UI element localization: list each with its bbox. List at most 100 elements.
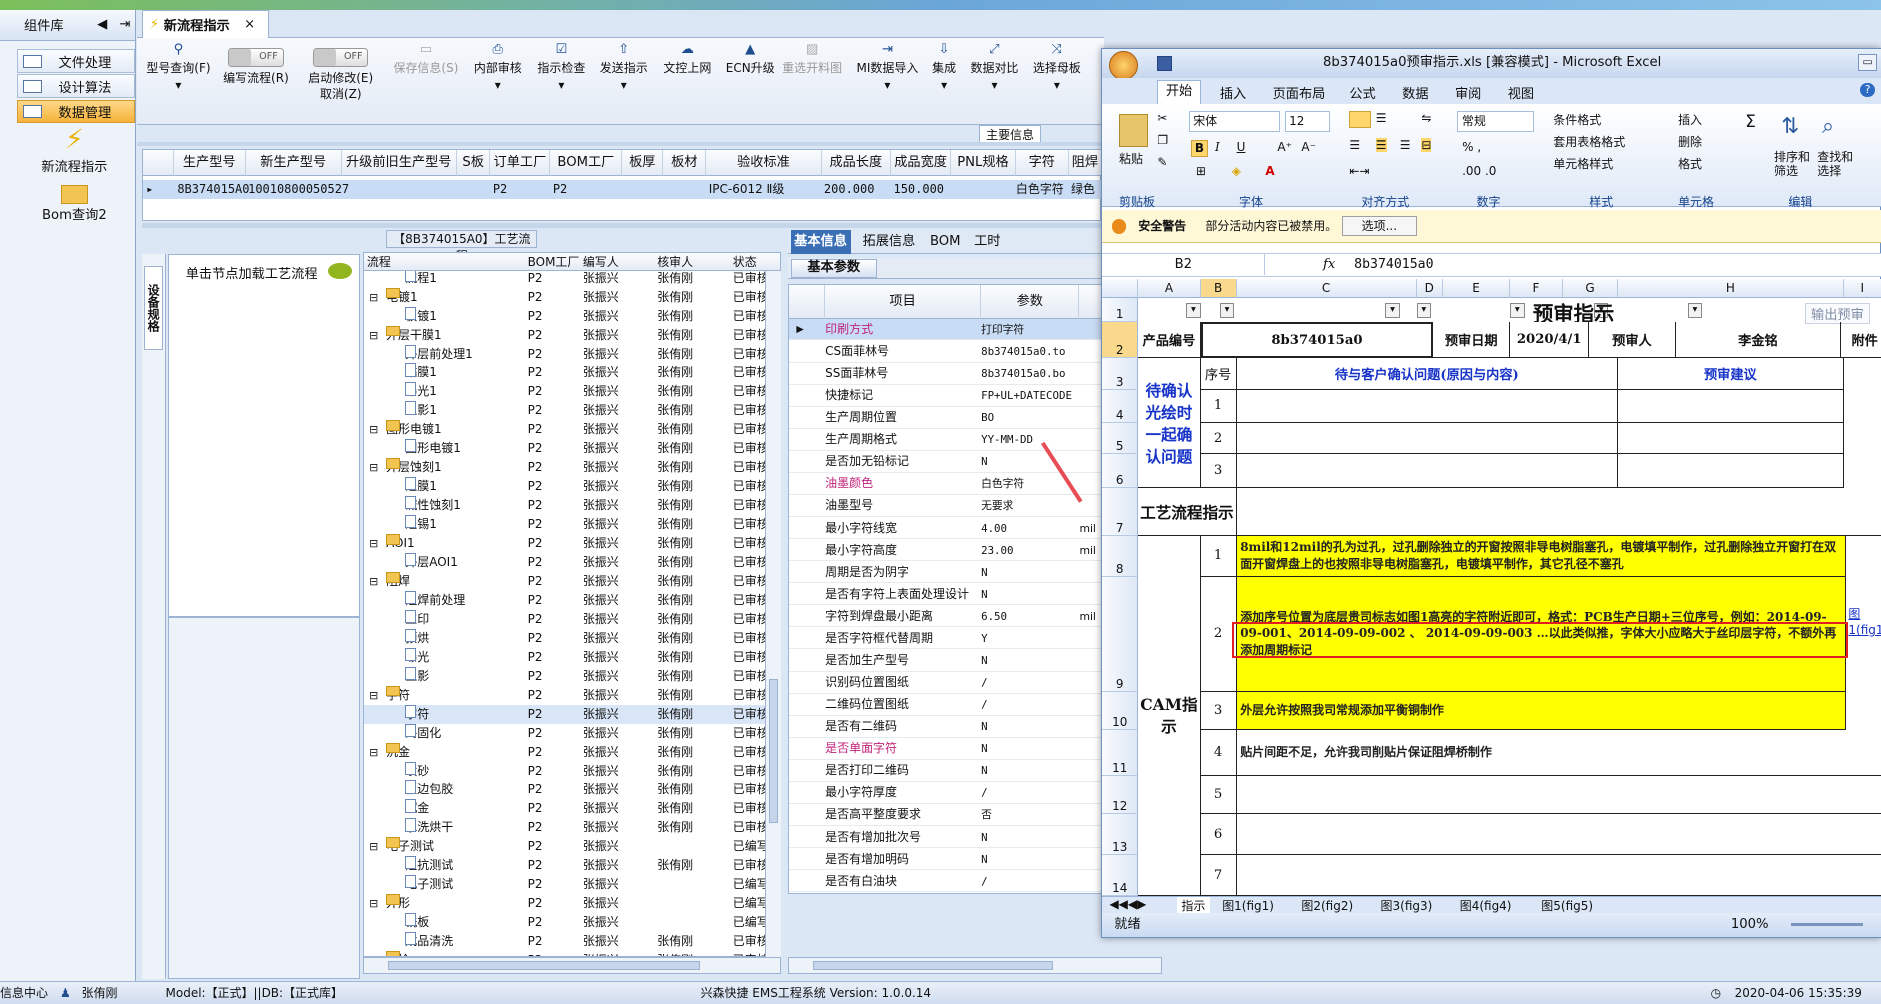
- tree-node[interactable]: 图形电镀1: [405, 439, 461, 458]
- sheet-tab[interactable]: 图3(fig3): [1381, 897, 1433, 914]
- sheet-cell[interactable]: 2: [1200, 576, 1237, 692]
- sheet-tab[interactable]: 图5(fig5): [1541, 897, 1593, 914]
- sheet-cell[interactable]: 李金铭: [1675, 322, 1842, 359]
- collapse-icon[interactable]: ⊟: [369, 572, 378, 591]
- sidebar-item-algorithm[interactable]: 设计算法: [16, 74, 135, 99]
- param-value[interactable]: N: [981, 716, 1077, 738]
- tree-node[interactable]: 显影: [405, 666, 429, 686]
- tree-column-header[interactable]: 流程: [367, 253, 391, 272]
- param-row[interactable]: 是否单面字符 N: [789, 738, 1102, 760]
- param-row[interactable]: 最小字符线宽 4.00 mil: [789, 518, 1102, 540]
- spreadsheet[interactable]: A B C D E F G H I 1 2 3 4 5 6 7 8 9 10 11 12 13 14 ▾ ▾ ▾ ▾ ▾ ▾ ▾ 预审指示输…: [1102, 279, 1881, 896]
- tree-node[interactable]: 阻焊前处理: [405, 590, 465, 610]
- collapse-icon[interactable]: ⊟: [369, 743, 378, 762]
- sheet-title[interactable]: 预审指示: [1484, 301, 1664, 323]
- grid-column-header[interactable]: 成品长度: [821, 149, 892, 177]
- row-header[interactable]: 8: [1102, 536, 1139, 577]
- merge-center-icon[interactable]: ⊟: [1421, 137, 1432, 152]
- param-row[interactable]: 二维码位置图纸 /: [789, 694, 1102, 716]
- sheet-cell[interactable]: [1236, 454, 1619, 489]
- filter-dropdown-icon[interactable]: ▾: [1687, 303, 1703, 318]
- grid-column-header[interactable]: 板厚: [622, 149, 664, 177]
- ribbon-tab-formulas[interactable]: 公式: [1349, 83, 1375, 102]
- table-format-button[interactable]: 套用表格格式: [1553, 133, 1625, 150]
- internal-review-button[interactable]: ⎙ 内部审核 ▾: [474, 42, 522, 93]
- column-header[interactable]: D: [1416, 279, 1443, 299]
- row-header[interactable]: 3: [1102, 358, 1139, 390]
- grid-column-header[interactable]: 板材: [663, 149, 707, 177]
- tree-node[interactable]: 丝印: [405, 609, 429, 629]
- param-row[interactable]: 字符到焊盘最小距离 6.50 mil: [789, 606, 1102, 628]
- tab-bom[interactable]: BOM: [925, 230, 966, 254]
- sheet-cell[interactable]: [1236, 814, 1881, 856]
- select-motherboard-button[interactable]: ⤨ 选择母板 ▾: [1033, 42, 1081, 93]
- product-grid[interactable]: 生产型号 新生产型号 升级前旧生产型号 S板 订单工厂 BOM工厂 板厚 板材 …: [141, 148, 1103, 221]
- row-header[interactable]: 14: [1102, 855, 1139, 896]
- sort-filter-button[interactable]: 排序和 筛选: [1774, 150, 1810, 179]
- param-row[interactable]: ▶ 印刷方式 打印字符: [789, 318, 1102, 341]
- sheet-cell[interactable]: 3: [1200, 454, 1237, 489]
- autosum-icon[interactable]: Σ: [1745, 111, 1756, 131]
- tab-new-flow[interactable]: ⚡ 新流程指示 ×: [141, 9, 269, 39]
- row-header[interactable]: 1: [1102, 298, 1139, 323]
- tree-node[interactable]: ⊟沉金: [369, 742, 410, 762]
- param-row[interactable]: SS面菲林号 8b374015a0.bo: [789, 363, 1102, 385]
- param-row[interactable]: 快捷标记 FP+UL+DATECODE: [789, 385, 1102, 407]
- copy-icon[interactable]: ❐: [1157, 133, 1168, 147]
- tree-row[interactable]: 喷砂 P2 张振兴 张侑刚 已审核: [364, 761, 779, 781]
- sheet-cell[interactable]: [1618, 389, 1844, 424]
- tree-node[interactable]: 成品清洗: [405, 932, 453, 951]
- row-header[interactable]: 2: [1102, 322, 1139, 359]
- grid-column-header[interactable]: 升级前旧生产型号: [341, 149, 457, 177]
- param-value[interactable]: FP+UL+DATECODE: [981, 385, 1077, 407]
- grow-font-icon[interactable]: A⁺: [1277, 140, 1292, 154]
- param-value[interactable]: /: [981, 782, 1077, 804]
- param-value[interactable]: N: [981, 562, 1077, 584]
- sheet-cell[interactable]: 1: [1200, 389, 1237, 424]
- sheet-tab[interactable]: 图2(fig2): [1301, 897, 1353, 914]
- grid-column-header[interactable]: BOM工厂: [550, 149, 623, 177]
- param-value[interactable]: N: [981, 827, 1077, 849]
- param-row[interactable]: 是否打印二维码 N: [789, 760, 1102, 782]
- column-header[interactable]: G: [1562, 279, 1619, 299]
- tree-row[interactable]: 外层前处理1 P2 张振兴 张侑刚 已审核: [364, 344, 779, 364]
- tree-node[interactable]: ⊟字符: [369, 685, 410, 705]
- tree-row[interactable]: 板边包胶 P2 张振兴 张侑刚 已审核: [364, 780, 779, 799]
- param-value[interactable]: /: [981, 871, 1077, 893]
- sheet-cell[interactable]: 1: [1200, 536, 1237, 577]
- grid-cell[interactable]: 白色字符: [1016, 180, 1064, 199]
- param-row[interactable]: 最小字符高度 23.00 mil: [789, 540, 1102, 562]
- tree-node[interactable]: 板边包胶: [405, 780, 453, 799]
- collapse-icon[interactable]: ⊟: [369, 894, 378, 913]
- horizontal-scrollbar[interactable]: [363, 957, 781, 975]
- tree-row[interactable]: ⊟外形 P2 张振兴 已编写: [364, 894, 779, 913]
- row-header[interactable]: 11: [1102, 730, 1139, 776]
- grid-cell[interactable]: 10010800050527: [248, 180, 349, 199]
- tree-column-header[interactable]: 状态: [733, 253, 757, 272]
- tree-column-header[interactable]: BOM工厂: [528, 253, 580, 272]
- param-value[interactable]: 4.00: [981, 518, 1077, 540]
- collapse-icon[interactable]: ⊟: [369, 326, 378, 345]
- param-row[interactable]: 是否有二维码 N: [789, 716, 1102, 738]
- sheet-cell[interactable]: 序号: [1200, 358, 1237, 390]
- pin-icon[interactable]: ⇥: [119, 17, 130, 32]
- tree-node[interactable]: 铣板: [405, 913, 429, 932]
- row-header[interactable]: 6: [1102, 454, 1139, 489]
- grid-cell[interactable]: P2: [493, 180, 507, 199]
- sheet-cell[interactable]: [1236, 855, 1881, 896]
- export-button[interactable]: 输出预审: [1805, 303, 1870, 325]
- tree-row[interactable]: 成品清洗 P2 张振兴 张侑刚 已审核: [364, 932, 779, 951]
- tree-node[interactable]: ⊟ 外层蚀刻1: [369, 458, 442, 477]
- number-format-combobox[interactable]: 常规: [1457, 111, 1535, 132]
- shrink-font-icon[interactable]: A⁻: [1301, 140, 1316, 154]
- collapse-icon[interactable]: ⊟: [369, 420, 378, 439]
- model-query-button[interactable]: ⚲ 型号查询(F) ▾: [146, 42, 210, 93]
- sidebar-bom-query[interactable]: Bom查询2: [17, 184, 132, 223]
- tree-row[interactable]: ⊟阻焊 P2 张振兴 张侑刚 已审核: [364, 571, 779, 591]
- sheet-nav-icon[interactable]: ◀◀◀▶: [1109, 897, 1146, 911]
- cell-style-button[interactable]: 单元格样式: [1553, 155, 1613, 172]
- sheet-cell[interactable]: 外层允许按照我司常规添加平衡铜制作: [1236, 691, 1846, 731]
- tree-node[interactable]: 外层前处理1: [405, 344, 473, 364]
- ribbon-tab-view[interactable]: 视图: [1508, 83, 1534, 102]
- filter-dropdown-icon[interactable]: ▾: [1416, 303, 1431, 318]
